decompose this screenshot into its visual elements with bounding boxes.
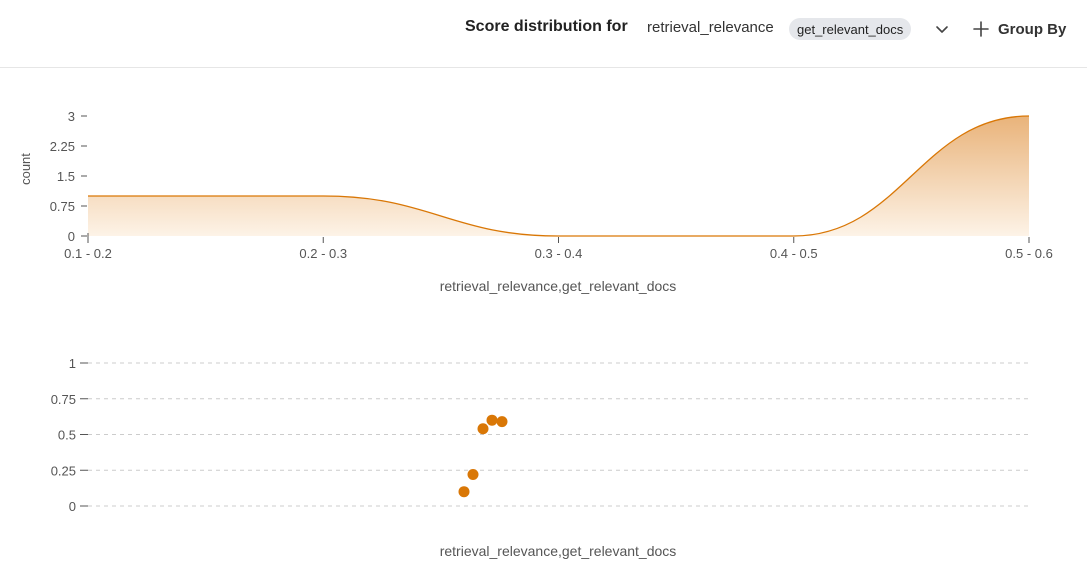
y-tick-label: 0.75	[51, 392, 76, 407]
area-chart: 0 0.75 1.5 2.25 3 0.1 - 0.2 0.2 - 0.3 0.3 - 0.4…	[18, 109, 1053, 294]
y-axis-title: count	[18, 153, 33, 185]
chevron-down-icon[interactable]	[934, 21, 950, 37]
x-tick-label: 0.1 - 0.2	[64, 246, 112, 261]
y-tick-label: 2.25	[50, 139, 75, 154]
header-bar: Score distribution for retrieval_relevan…	[0, 0, 1087, 68]
scatter-point	[467, 469, 479, 481]
x-tick-label: 0.3 - 0.4	[535, 246, 583, 261]
y-tick-label: 0.5	[58, 428, 76, 443]
y-tick-label: 1	[69, 356, 76, 371]
scatter-point	[496, 416, 508, 428]
y-tick-label: 3	[68, 109, 75, 124]
x-tick-label: 0.2 - 0.3	[299, 246, 347, 261]
x-axis-title: retrieval_relevance,get_relevant_docs	[440, 278, 677, 294]
x-axis-title: retrieval_relevance,get_relevant_docs	[440, 543, 677, 559]
y-tick-label: 0	[69, 499, 76, 514]
y-tick-label: 1.5	[57, 169, 75, 184]
span-name-badge[interactable]: get_relevant_docs	[789, 18, 912, 40]
y-tick-label: 0.75	[50, 199, 75, 214]
scatter-chart: 0 0.25 0.5 0.75 1 retrieval_relevance,get_rel…	[51, 356, 1029, 559]
area-fill	[88, 116, 1029, 236]
x-tick-label: 0.5 - 0.6	[1005, 246, 1053, 261]
group-by-label: Group By	[998, 20, 1067, 38]
scatter-point	[486, 414, 498, 426]
score-distribution-title: Score distribution for	[465, 18, 628, 35]
plus-icon	[973, 21, 989, 37]
scatter-point	[477, 423, 489, 435]
group-by-button[interactable]: Group By	[972, 16, 1066, 42]
y-tick-label: 0	[68, 229, 75, 244]
charts-area: 0 0.75 1.5 2.25 3 0.1 - 0.2 0.2 - 0.3 0.3 - 0.4…	[18, 109, 1053, 559]
x-tick-label: 0.4 - 0.5	[770, 246, 818, 261]
metric-name: retrieval_relevance	[647, 19, 774, 36]
scatter-point	[458, 486, 470, 498]
y-tick-label: 0.25	[51, 463, 76, 478]
